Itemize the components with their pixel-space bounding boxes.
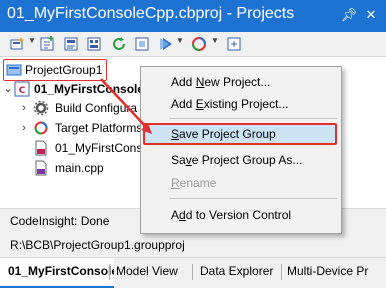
project-group-icon: [6, 64, 22, 76]
tab-label: Model View: [116, 264, 178, 278]
menu-item-label: Save Project Group As...: [171, 153, 303, 167]
close-icon[interactable]: ✕: [362, 6, 380, 24]
menu-item-add-existing-project[interactable]: Add Existing Project...: [141, 93, 341, 115]
dropdown-caret[interactable]: ▼: [28, 36, 36, 45]
codeinsight-text: CodeInsight: Done: [10, 214, 110, 228]
projects-toolbar: ▼ ▼ ▼: [0, 32, 386, 57]
chevron-right-icon[interactable]: ›: [18, 118, 30, 138]
dropdown-caret[interactable]: ▼: [176, 36, 184, 45]
bottom-tabs: 01_MyFirstConsole Model View Data Explor…: [0, 257, 386, 288]
menu-item-label: Save Project Group: [171, 127, 276, 141]
refresh-icon[interactable]: [110, 35, 128, 53]
chevron-right-icon[interactable]: ›: [18, 98, 30, 118]
path-status: R:\BCB\ProjectGroup1.groupproj: [0, 233, 386, 257]
tab-separator: [281, 264, 282, 280]
menu-item-label: Add New Project...: [171, 75, 271, 89]
target-icon[interactable]: [190, 35, 208, 53]
tab-label: Data Explorer: [200, 264, 274, 278]
tab-label: Multi-Device Pr: [287, 264, 369, 278]
dropdown-caret[interactable]: ▼: [211, 36, 219, 45]
menu-item-rename[interactable]: Rename: [141, 172, 341, 194]
cpp-project-icon: C: [14, 81, 30, 97]
tree-item-project[interactable]: ⌄ C 01_MyFirstConsole: [0, 79, 150, 99]
project-path: R:\BCB\ProjectGroup1.groupproj: [10, 238, 185, 252]
target-icon: [34, 121, 48, 135]
context-menu: Add New Project... Add Existing Project.…: [140, 66, 342, 234]
tree-item-main-cpp[interactable]: main.cpp: [0, 158, 150, 178]
window-title: 01_MyFirstConsoleCpp.cbproj - Projects: [7, 5, 295, 22]
tree-item-project-group[interactable]: ProjectGroup1: [3, 59, 107, 81]
gear-icon: [33, 100, 49, 116]
run-icon[interactable]: [157, 35, 175, 53]
cpp-header-icon: [35, 140, 47, 156]
menu-item-save-project-group[interactable]: Save Project Group: [143, 123, 337, 145]
pin-icon[interactable]: 📌︎: [340, 6, 358, 24]
tree-item-header-file[interactable]: 01_MyFirstConso: [0, 138, 150, 158]
tree-item-target-platforms[interactable]: › Target Platforms: [0, 118, 150, 138]
tab-multi-device[interactable]: Multi-Device Pr: [287, 258, 386, 286]
tree-item-label: main.cpp: [55, 161, 104, 175]
tab-label: 01_MyFirstConsole: [8, 264, 114, 278]
options-icon[interactable]: [62, 35, 80, 53]
properties-icon[interactable]: [85, 35, 103, 53]
tab-separator: [192, 264, 193, 280]
more-icon[interactable]: [225, 35, 243, 53]
title-bar: 01_MyFirstConsoleCpp.cbproj - Projects 📌…: [0, 0, 386, 32]
chevron-down-icon[interactable]: ⌄: [2, 79, 14, 99]
tab-project[interactable]: 01_MyFirstConsole: [0, 258, 114, 288]
tree-item-label: 01_MyFirstConso: [55, 141, 150, 155]
tab-model-view[interactable]: Model View: [116, 258, 194, 286]
tab-separator: [109, 264, 110, 280]
tab-data-explorer[interactable]: Data Explorer: [200, 258, 282, 286]
svg-text:C: C: [19, 86, 26, 96]
menu-item-add-new-project[interactable]: Add New Project...: [141, 71, 341, 93]
new-item-icon[interactable]: [38, 35, 56, 53]
menu-item-save-project-group-as[interactable]: Save Project Group As...: [141, 149, 341, 171]
cpp-file-icon: [35, 160, 47, 176]
menu-item-add-to-version-control[interactable]: Add to Version Control: [141, 204, 341, 226]
menu-item-label: Add Existing Project...: [171, 97, 289, 111]
menu-separator: [169, 198, 337, 199]
tree-item-label: Target Platforms: [55, 121, 143, 135]
menu-item-label: Rename: [171, 176, 217, 190]
menu-separator: [169, 118, 337, 119]
tree-item-build-configurations[interactable]: › Build Configura: [0, 98, 150, 118]
tree-item-label: ProjectGroup1: [25, 63, 103, 77]
menu-item-label: Add to Version Control: [171, 208, 292, 222]
build-icon[interactable]: [133, 35, 151, 53]
tree-item-label: Build Configura: [55, 101, 138, 115]
tree-item-label: 01_MyFirstConsole: [34, 82, 145, 96]
new-project-icon[interactable]: [9, 35, 27, 53]
